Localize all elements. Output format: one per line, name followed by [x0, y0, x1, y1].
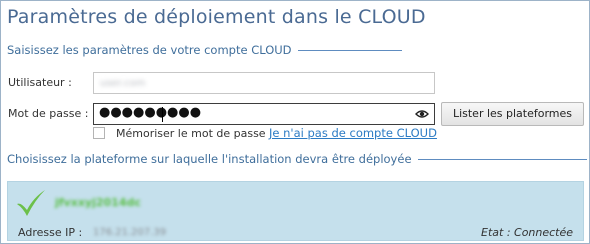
ip-label: Adresse IP :	[18, 226, 83, 239]
platform-state: Etat : Connectée	[481, 226, 574, 239]
user-input[interactable]: user.com	[93, 72, 435, 94]
section-divider	[297, 49, 402, 51]
page-title: Paramètres de déploiement dans le CLOUD	[7, 6, 426, 28]
user-input-value: user.com	[100, 78, 146, 89]
section-divider	[417, 158, 587, 160]
password-input[interactable]: ●●●●●●●●●	[93, 103, 435, 125]
platform-section-heading: Choisissez la plateforme sur laquelle l'…	[7, 152, 587, 166]
password-input-value: ●●●●●●●●●	[99, 105, 202, 120]
no-account-link[interactable]: Je n'ai pas de compte CLOUD	[269, 126, 437, 140]
remember-password-checkbox[interactable]	[93, 127, 105, 139]
platform-name: jfvxxyj2014dc	[55, 196, 141, 209]
user-label: Utilisateur :	[8, 76, 72, 89]
remember-password-label: Mémoriser le mot de passe	[116, 127, 266, 140]
check-icon	[17, 190, 45, 216]
eye-icon[interactable]	[415, 109, 429, 119]
list-platforms-button[interactable]: Lister les plateformes	[441, 102, 584, 126]
ip-value: 176.21.207.39	[93, 227, 167, 238]
account-section-heading: Saisissez les paramètres de votre compte…	[7, 43, 587, 57]
account-section-heading-text: Saisissez les paramètres de votre compte…	[7, 43, 292, 57]
password-label: Mot de passe :	[8, 107, 89, 120]
text-caret	[162, 107, 163, 122]
platform-section-heading-text: Choisissez la plateforme sur laquelle l'…	[7, 152, 412, 166]
platform-card[interactable]: jfvxxyj2014dc Adresse IP : 176.21.207.39…	[7, 181, 584, 241]
